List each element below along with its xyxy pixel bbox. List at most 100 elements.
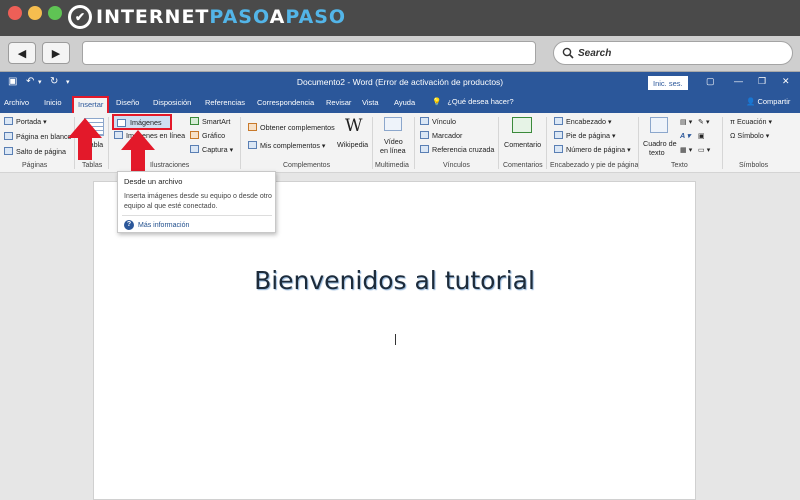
encabezado-button[interactable]: Encabezado ▾ bbox=[554, 117, 612, 126]
salto-de-pagina-button[interactable]: Salto de página bbox=[4, 147, 66, 156]
tab-inicio[interactable]: Inicio bbox=[44, 98, 62, 107]
object-icon[interactable]: ▭ ▾ bbox=[698, 145, 710, 154]
tab-revisar[interactable]: Revisar bbox=[326, 98, 351, 107]
search-input[interactable]: Search bbox=[553, 41, 793, 65]
screenshot-icon bbox=[190, 145, 199, 153]
obtener-complementos-label: Obtener complementos bbox=[260, 123, 335, 132]
group-divider bbox=[722, 117, 723, 169]
tab-correspondencia[interactable]: Correspondencia bbox=[257, 98, 314, 107]
drop-cap-icon[interactable]: ▦ ▾ bbox=[680, 145, 692, 154]
close-icon[interactable]: ✕ bbox=[782, 76, 790, 87]
group-label-complementos: Complementos bbox=[283, 162, 331, 169]
cover-page-icon bbox=[4, 117, 13, 125]
numero-de-pagina-label: Número de página bbox=[566, 145, 626, 154]
browser-titlebar: ✔ INTERNETPASOAPASO bbox=[0, 0, 800, 36]
cuadro-de-texto-line2[interactable]: texto bbox=[649, 148, 665, 157]
restore-icon[interactable]: ❐ bbox=[758, 76, 766, 87]
red-arrow-insertar-icon bbox=[68, 118, 102, 160]
numero-de-pagina-button[interactable]: Número de página ▾ bbox=[554, 145, 631, 154]
referencia-cruzada-label: Referencia cruzada bbox=[432, 145, 495, 154]
share-label: Compartir bbox=[757, 97, 791, 106]
group-label-multimedia: Multimedia bbox=[375, 162, 409, 169]
portada-button[interactable]: Portada ▾ bbox=[4, 117, 47, 126]
tell-me-label: ¿Qué desea hacer? bbox=[447, 97, 514, 106]
group-divider bbox=[546, 117, 547, 169]
group-label-encabezado: Encabezado y pie de página bbox=[550, 162, 639, 169]
video-icon[interactable] bbox=[384, 117, 402, 131]
minimize-icon[interactable]: — bbox=[734, 76, 743, 86]
wikipedia-icon[interactable]: W bbox=[345, 116, 362, 136]
quick-parts-icon[interactable]: ▤ ▾ bbox=[680, 117, 692, 126]
ribbon-display-icon[interactable]: ▢ bbox=[706, 76, 715, 87]
more-info-label: Más información bbox=[138, 221, 190, 229]
ecuacion-label: Ecuación bbox=[736, 117, 767, 126]
group-divider bbox=[108, 117, 109, 169]
obtener-complementos-button[interactable]: Obtener complementos bbox=[248, 123, 335, 132]
group-divider bbox=[638, 117, 639, 169]
share-button[interactable]: 👤 Compartir bbox=[746, 97, 790, 106]
text-box-icon[interactable] bbox=[650, 117, 668, 133]
tab-archivo[interactable]: Archivo bbox=[4, 98, 29, 107]
red-arrow-imagenes-icon bbox=[121, 130, 155, 174]
logo-text: INTERNETPASOAPASO bbox=[96, 6, 347, 28]
tooltip-divider bbox=[122, 215, 272, 216]
more-info-link[interactable]: ? Más información bbox=[124, 220, 189, 230]
imagenes-label: Imágenes bbox=[130, 118, 162, 127]
grafico-button[interactable]: Gráfico bbox=[190, 131, 225, 140]
help-icon: ? bbox=[124, 220, 134, 230]
pie-de-pagina-button[interactable]: Pie de página ▾ bbox=[554, 131, 616, 140]
captura-label: Captura bbox=[202, 145, 228, 154]
chart-icon bbox=[190, 131, 199, 139]
video-line2[interactable]: en línea bbox=[380, 146, 406, 155]
tab-ayuda[interactable]: Ayuda bbox=[394, 98, 415, 107]
address-bar[interactable] bbox=[82, 41, 536, 65]
group-label-texto: Texto bbox=[671, 162, 688, 169]
tooltip-title: Desde un archivo bbox=[124, 177, 183, 186]
tell-me-search[interactable]: 💡 ¿Qué desea hacer? bbox=[432, 97, 514, 106]
cuadro-de-texto-line1[interactable]: Cuadro de bbox=[643, 139, 677, 148]
imagenes-button[interactable]: Imágenes bbox=[112, 114, 172, 130]
smartart-button[interactable]: SmartArt bbox=[190, 117, 230, 126]
marcador-button[interactable]: Marcador bbox=[420, 131, 462, 140]
cross-reference-icon bbox=[420, 145, 429, 153]
close-window-button[interactable] bbox=[8, 6, 22, 20]
group-divider bbox=[240, 117, 241, 169]
maximize-window-button[interactable] bbox=[48, 6, 62, 20]
blank-page-icon bbox=[4, 132, 13, 140]
date-time-icon[interactable]: ▣ bbox=[698, 131, 705, 140]
back-button[interactable]: ◀ bbox=[8, 42, 36, 64]
video-line1[interactable]: Vídeo bbox=[384, 137, 403, 146]
page-number-icon bbox=[554, 145, 563, 153]
marcador-label: Marcador bbox=[432, 131, 463, 140]
referencia-cruzada-button[interactable]: Referencia cruzada bbox=[420, 145, 494, 154]
tab-vista[interactable]: Vista bbox=[362, 98, 379, 107]
captura-button[interactable]: Captura ▾ bbox=[190, 145, 233, 154]
simbolo-button[interactable]: Ω Símbolo ▾ bbox=[730, 131, 769, 140]
search-placeholder: Search bbox=[578, 47, 612, 59]
ecuacion-button[interactable]: π Ecuación ▾ bbox=[730, 117, 772, 126]
vinculo-label: Vínculo bbox=[432, 117, 456, 126]
group-label-comentarios: Comentarios bbox=[503, 162, 543, 169]
comentario-button[interactable]: Comentario bbox=[504, 140, 541, 149]
comment-icon[interactable] bbox=[512, 117, 532, 133]
vinculo-button[interactable]: Vínculo bbox=[420, 117, 456, 126]
ribbon-tabs: Archivo Inicio Insertar Diseño Disposici… bbox=[0, 94, 800, 115]
pagina-en-blanco-button[interactable]: Página en blanco bbox=[4, 132, 72, 141]
mis-complementos-button[interactable]: Mis complementos ▾ bbox=[248, 141, 326, 150]
simbolo-label: Símbolo bbox=[737, 131, 764, 140]
signature-line-icon[interactable]: ✎ ▾ bbox=[698, 117, 710, 126]
wikipedia-button[interactable]: Wikipedia bbox=[337, 140, 368, 149]
forward-button[interactable]: ▶ bbox=[42, 42, 70, 64]
word-titlebar: ▣ ↶ ▾ ↻ ▾ Documento2 - Word (Error de ac… bbox=[0, 72, 800, 94]
pagina-en-blanco-label: Página en blanco bbox=[16, 132, 72, 141]
document-heading[interactable]: Bienvenidos al tutorial bbox=[93, 266, 696, 295]
tab-diseno[interactable]: Diseño bbox=[116, 98, 139, 107]
tab-referencias[interactable]: Referencias bbox=[205, 98, 245, 107]
link-icon bbox=[420, 117, 429, 125]
site-logo: ✔ INTERNETPASOAPASO bbox=[68, 4, 346, 30]
minimize-window-button[interactable] bbox=[28, 6, 42, 20]
signin-button[interactable]: Inic. ses. bbox=[648, 76, 688, 90]
tab-disposicion[interactable]: Disposición bbox=[153, 98, 191, 107]
wordart-icon[interactable]: A ▾ bbox=[680, 131, 691, 140]
group-label-tablas: Tablas bbox=[82, 162, 103, 169]
